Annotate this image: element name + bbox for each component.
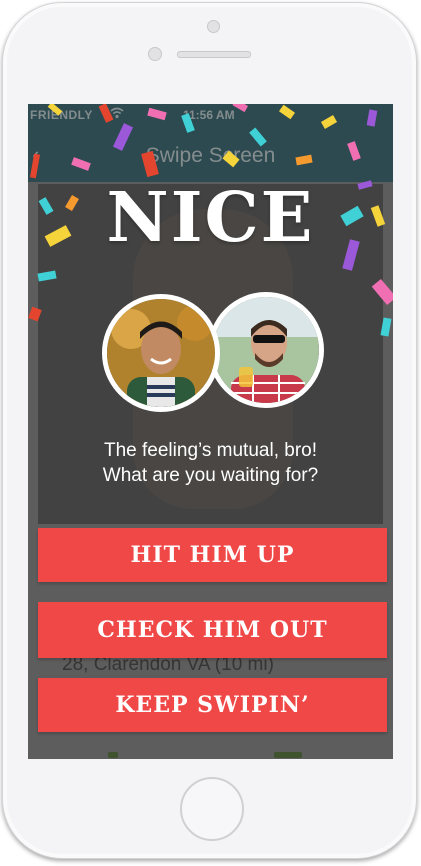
avatar-match xyxy=(208,292,324,408)
front-camera xyxy=(207,20,220,33)
keep-swipin-button[interactable]: KEEP SWIPIN’ xyxy=(38,678,387,732)
hit-him-up-button[interactable]: HIT HIM UP xyxy=(38,528,387,582)
home-button[interactable] xyxy=(180,777,244,841)
check-him-out-button[interactable]: CHECK HIM OUT xyxy=(38,602,387,658)
earpiece-speaker xyxy=(177,51,251,58)
proximity-sensor xyxy=(148,47,162,61)
match-message: The feeling’s mutual, bro! What are you … xyxy=(28,438,393,488)
match-message-line-1: The feeling’s mutual, bro! xyxy=(104,440,317,461)
match-headline: NICE xyxy=(106,178,315,258)
screen: FRIENDLY 11:56 AM ‹ Swipe Screen 28, Cla… xyxy=(28,104,393,759)
match-message-line-2: What are you waiting for? xyxy=(102,465,319,486)
avatar-user xyxy=(102,294,220,412)
